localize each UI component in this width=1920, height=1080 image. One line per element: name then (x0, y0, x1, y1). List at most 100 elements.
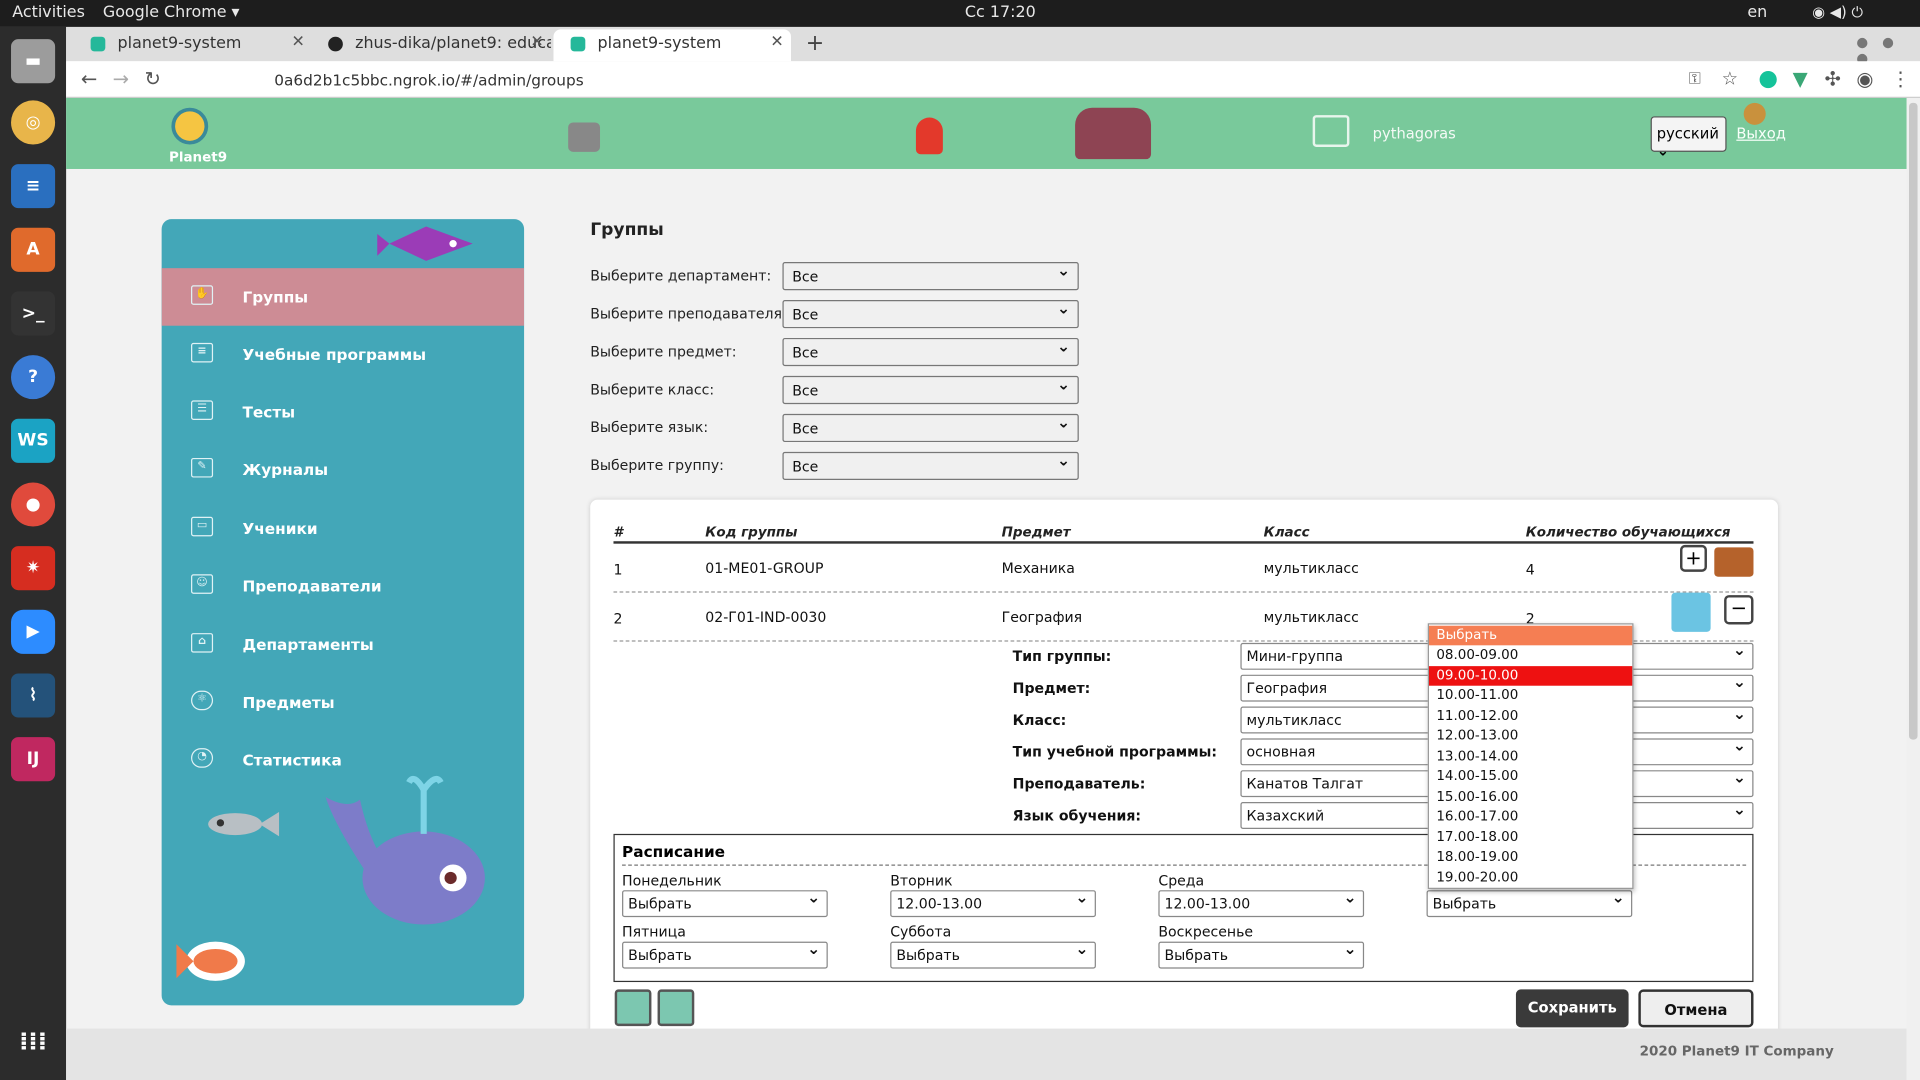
dropdown-option[interactable]: 18.00-19.00 (1429, 847, 1632, 867)
row-divider (613, 591, 1754, 593)
monday-select[interactable]: Выбрать (622, 889, 828, 918)
dropdown-option[interactable]: 10.00-11.00 (1429, 686, 1632, 706)
close-tab-icon[interactable]: ✕ (292, 33, 305, 51)
dropdown-option[interactable]: Выбрать (1428, 625, 1633, 646)
subject-filter-select[interactable]: Все (782, 337, 1079, 367)
zoom-icon[interactable]: ▶ (11, 609, 56, 654)
language-select[interactable]: русский ⌄ (1650, 116, 1727, 159)
dropdown-option[interactable]: 17.00-18.00 (1429, 828, 1632, 848)
os-top-bar: Activities Google Chrome ▾ Сс 17:20 en ◉… (0, 0, 1920, 27)
back-icon[interactable]: ← (81, 67, 97, 90)
subject-label: Предмет: (1012, 679, 1091, 697)
sidebar-item-programs[interactable]: ≡ Учебные программы (162, 326, 524, 384)
dropdown-option-selected[interactable]: 09.00-10.00 (1428, 666, 1633, 686)
browser-tab-3-active[interactable]: planet9-system ✕ (553, 29, 792, 62)
dropdown-option[interactable]: 11.00-12.00 (1429, 707, 1632, 727)
dropdown-option[interactable]: 16.00-17.00 (1429, 807, 1632, 827)
save-button[interactable]: Сохранить (1515, 989, 1629, 1028)
forward-icon[interactable]: → (113, 67, 129, 90)
intellij-icon[interactable]: IJ (11, 737, 56, 782)
language-filter-select[interactable]: Все (782, 413, 1079, 443)
dropdown-option[interactable]: 15.00-16.00 (1429, 787, 1632, 807)
sidebar-item-tests[interactable]: ☰ Тесты (162, 383, 524, 441)
key-icon[interactable]: ⚿ (1689, 70, 1701, 88)
vue-devtools-icon[interactable]: ▼ (1793, 67, 1808, 90)
logo-text[interactable]: Planet9 (169, 149, 227, 165)
chrome-menu-icon[interactable]: ⋮ (1891, 67, 1911, 90)
dropdown-option[interactable]: 19.00-20.00 (1429, 868, 1632, 888)
sidebar-item-students[interactable]: ▭ Ученики (162, 500, 524, 558)
wednesday-select[interactable]: 12.00-13.00 (1158, 889, 1365, 918)
rocket-fish-decoration-icon (176, 937, 247, 986)
close-tab-icon[interactable]: ✕ (770, 33, 783, 51)
wolfram-icon[interactable]: ✷ (11, 546, 56, 591)
active-app-label[interactable]: Google Chrome ▾ (103, 4, 240, 22)
browser-tab-1[interactable]: planet9-system ✕ (73, 29, 312, 61)
terminal-icon[interactable]: >_ (11, 291, 56, 336)
group-filter-select[interactable]: Все (782, 451, 1079, 481)
thursday-select[interactable]: Выбрать (1426, 889, 1633, 918)
dropdown-option[interactable]: 12.00-13.00 (1429, 726, 1632, 746)
close-tab-icon[interactable]: ✕ (530, 33, 543, 51)
tuesday-select[interactable]: 12.00-13.00 (890, 889, 1096, 918)
software-center-icon[interactable]: A (11, 227, 56, 272)
dropdown-option[interactable]: 08.00-09.00 (1429, 645, 1632, 665)
filter-label-group: Выберите группу: (590, 456, 724, 474)
dropdown-option[interactable]: 13.00-14.00 (1429, 747, 1632, 767)
browser-tab-bar: planet9-system ✕ zhus-dika/planet9: educ… (66, 26, 1920, 66)
planet9-logo-icon[interactable] (171, 107, 209, 145)
sidebar-item-subjects[interactable]: ⚛ Предметы (162, 673, 524, 731)
address-bar[interactable]: 0a6d2b1c5bbc.ngrok.io/#/admin/groups (238, 67, 1720, 93)
chrome-icon[interactable]: ● (11, 482, 56, 527)
teacher-filter-select[interactable]: Все (782, 300, 1079, 329)
elephant-avatar-icon[interactable] (1671, 592, 1711, 632)
dog-mascot-icon (568, 122, 601, 152)
sunday-select[interactable]: Выбрать (1158, 940, 1365, 969)
lion-avatar-icon[interactable] (1714, 547, 1754, 577)
browser-toolbar: ← → ↻ 0a6d2b1c5bbc.ngrok.io/#/admin/grou… (66, 61, 1920, 98)
class-filter-select[interactable]: Все (782, 375, 1079, 405)
dropdown-option[interactable]: 14.00-15.00 (1429, 767, 1632, 787)
activities-button[interactable]: Activities (12, 4, 85, 22)
planet9-favicon-icon (570, 36, 586, 52)
sidebar-item-teachers[interactable]: ☺ Преподаватели (162, 557, 524, 615)
department-filter-select[interactable]: Все (782, 262, 1079, 291)
sidebar-item-departments[interactable]: ⌂ Департаменты (162, 616, 524, 674)
friday-select[interactable]: Выбрать (622, 940, 828, 969)
browser-tab-2[interactable]: zhus-dika/planet9: educa ✕ (311, 29, 551, 61)
new-tab-icon[interactable]: + (806, 31, 824, 57)
extensions-icon[interactable]: ✣ (1825, 67, 1841, 90)
class-label: Класс: (1012, 711, 1067, 729)
system-tray-icons[interactable]: ◉ ◀) ⏻ (1812, 4, 1863, 22)
time-slot-dropdown[interactable]: Выбрать 08.00-09.00 09.00-10.00 10.00-11… (1427, 623, 1634, 889)
collapse-row-button[interactable]: − (1724, 595, 1754, 625)
sidebar-item-groups[interactable]: ✋ Группы (161, 268, 525, 326)
column-header-group-code: Код группы (705, 524, 798, 541)
school-building-icon[interactable] (1312, 115, 1350, 147)
scrollbar-thumb[interactable] (1908, 102, 1918, 740)
bookmark-star-icon[interactable]: ☆ (1722, 67, 1738, 89)
sidebar-item-journals[interactable]: ✎ Журналы (162, 441, 524, 499)
rhythmbox-icon[interactable]: ◎ (11, 100, 56, 145)
files-icon[interactable]: ▬ (11, 39, 56, 84)
logout-link[interactable]: Выход (1736, 125, 1786, 142)
webstorm-icon[interactable]: WS (11, 418, 56, 463)
clock[interactable]: Сс 17:20 (965, 4, 1036, 22)
copyright-text: 2020 Planet9 IT Company (1639, 1043, 1834, 1060)
expand-row-button[interactable]: + (1680, 544, 1707, 572)
keyboard-language[interactable]: en (1747, 4, 1767, 22)
column-header-number: # (613, 524, 623, 541)
profile-icon[interactable]: ◉ (1856, 67, 1873, 90)
writer-icon[interactable]: ≡ (11, 164, 56, 209)
grammarly-icon[interactable] (1759, 71, 1777, 89)
students-list-button[interactable] (614, 989, 652, 1027)
reload-icon[interactable]: ↻ (144, 67, 160, 90)
add-student-button[interactable] (657, 989, 695, 1027)
mysql-workbench-icon[interactable]: ⌇ (11, 673, 56, 718)
show-apps-icon[interactable]: ⁞⁞⁞ (11, 1019, 55, 1063)
saturday-select[interactable]: Выбрать (890, 940, 1096, 969)
ubuntu-dock: ▬ ◎ ≡ A >_ ? WS ● ✷ ▶ ⌇ IJ ⁞⁞⁞ (0, 26, 67, 1080)
username[interactable]: pythagoras (1373, 125, 1456, 142)
cancel-button[interactable]: Отмена (1638, 989, 1754, 1028)
help-icon[interactable]: ? (11, 355, 56, 400)
